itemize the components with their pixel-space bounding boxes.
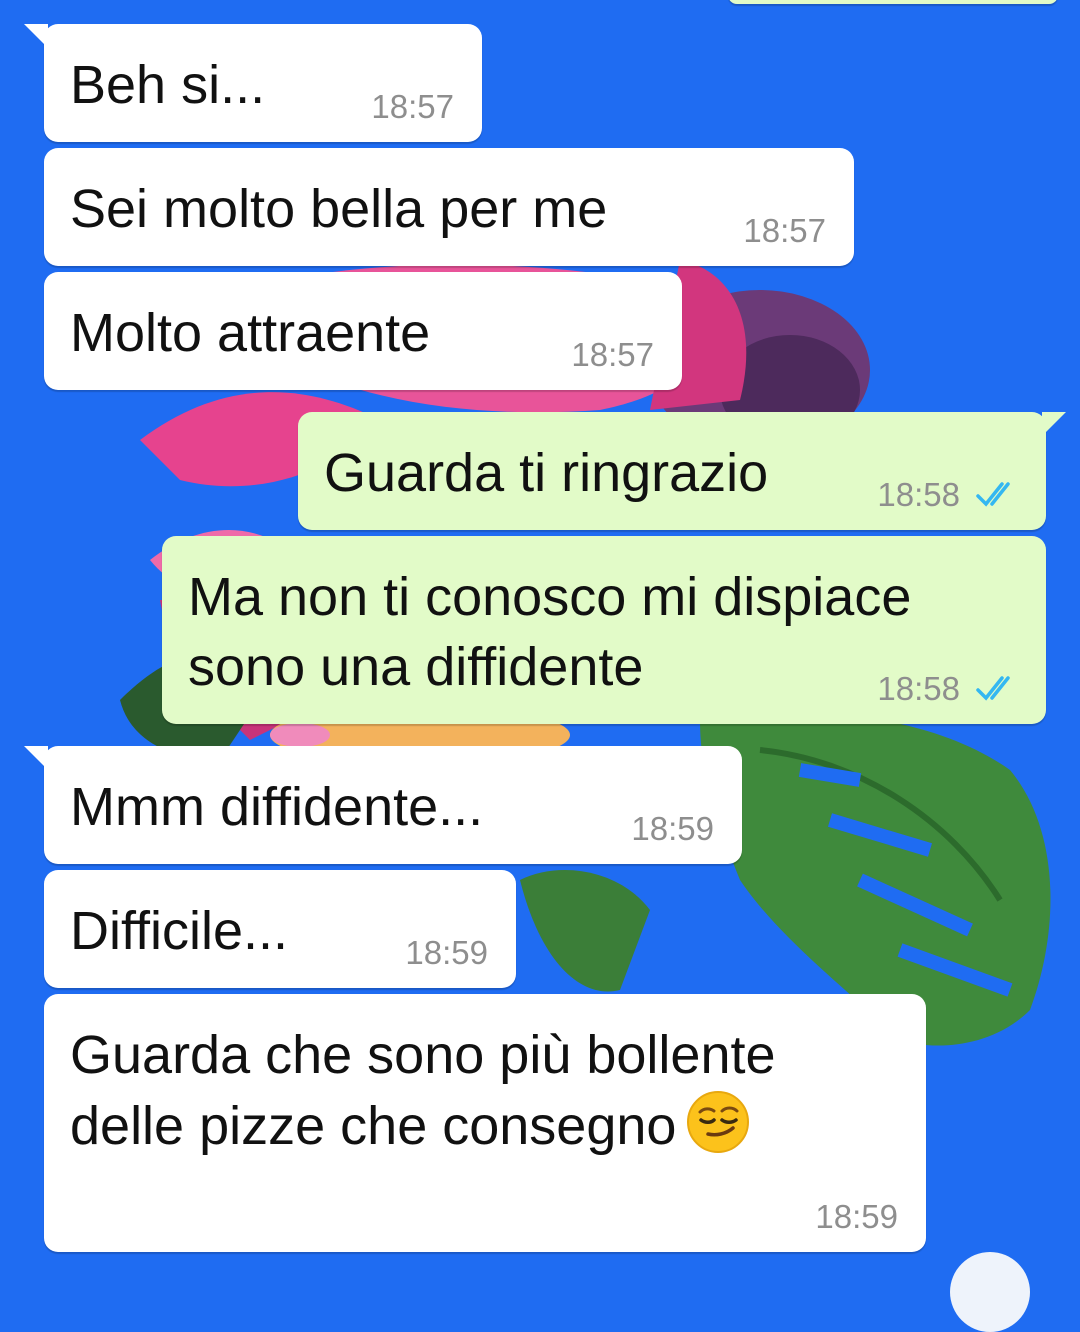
incoming-message[interactable]: Difficile... 18:59	[44, 870, 516, 988]
previous-message-bubble[interactable]	[728, 0, 1058, 4]
message-time: 18:57	[743, 212, 826, 249]
scroll-down-button[interactable]	[950, 1252, 1030, 1332]
message-text: Molto attraente	[70, 303, 431, 363]
incoming-message[interactable]: Guarda che sono più bollente delle pizze…	[44, 994, 926, 1252]
message-text: Beh si...	[70, 55, 266, 115]
chat-thread[interactable]: Beh si... 18:57 Sei molto bella per me 1…	[0, 0, 1080, 1332]
incoming-message[interactable]: Beh si... 18:57	[24, 24, 482, 142]
message-text-content: Guarda che sono più bollente delle pizze…	[70, 1025, 776, 1156]
outgoing-message[interactable]: Guarda ti ringrazio 18:58	[298, 412, 1066, 530]
incoming-message[interactable]: Mmm diffidente... 18:59	[24, 746, 742, 864]
message-time: 18:58	[877, 670, 960, 707]
incoming-message[interactable]: Sei molto bella per me 18:57	[44, 148, 854, 266]
message-time: 18:59	[631, 810, 714, 847]
bubble-tail	[24, 746, 48, 770]
bubble-tail	[1042, 412, 1066, 436]
message-time: 18:59	[405, 934, 488, 971]
bubble-tail	[24, 24, 48, 48]
message-text: Sei molto bella per me	[70, 179, 608, 239]
message-text: Guarda che sono più bollente delle pizze…	[70, 1020, 776, 1161]
message-time: 18:57	[571, 336, 654, 373]
incoming-message[interactable]: Molto attraente 18:57	[44, 272, 682, 390]
message-text: Guarda ti ringrazio	[324, 443, 769, 503]
smirking-face-icon	[687, 1091, 750, 1153]
double-check-icon	[976, 676, 1010, 701]
message-text: Mmm diffidente...	[70, 777, 484, 837]
message-text: Difficile...	[70, 901, 289, 961]
message-text: Ma non ti conosco mi dispiace sono una d…	[188, 567, 912, 697]
outgoing-message[interactable]: Ma non ti conosco mi dispiace sono una d…	[162, 536, 1046, 724]
double-check-icon	[976, 482, 1010, 507]
message-time: 18:57	[371, 88, 454, 125]
message-time: 18:58	[877, 476, 960, 513]
message-time: 18:59	[815, 1198, 898, 1235]
